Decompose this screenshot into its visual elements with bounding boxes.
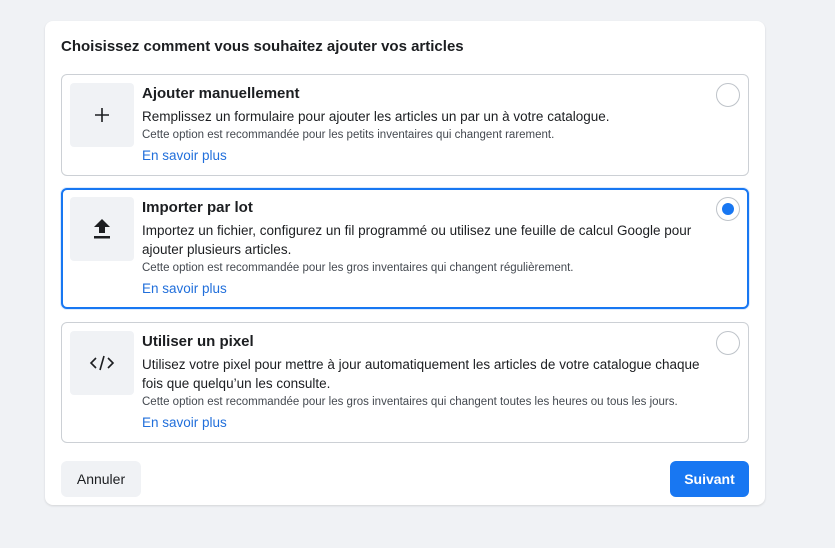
- learn-more-link[interactable]: En savoir plus: [142, 414, 227, 432]
- cancel-button[interactable]: Annuler: [61, 461, 141, 497]
- option-bulk-import[interactable]: Importer par lot Importez un fichier, co…: [61, 188, 749, 309]
- radio-manual[interactable]: [716, 83, 740, 107]
- learn-more-link[interactable]: En savoir plus: [142, 147, 227, 165]
- option-note: Cette option est recommandée pour les pe…: [142, 129, 555, 141]
- radio-bulk-import[interactable]: [716, 197, 740, 221]
- option-description: Utilisez votre pixel pour mettre à jour …: [142, 357, 700, 391]
- option-manual[interactable]: Ajouter manuellement Remplissez un formu…: [61, 74, 749, 176]
- option-bulk-import-text: Importer par lot Importez un fichier, co…: [142, 199, 722, 298]
- option-pixel[interactable]: Utiliser un pixel Utilisez votre pixel p…: [61, 322, 749, 443]
- option-title: Utiliser un pixel: [142, 333, 254, 350]
- upload-icon: [70, 197, 134, 261]
- radio-selected-dot: [722, 203, 734, 215]
- add-items-dialog: Choisissez comment vous souhaitez ajoute…: [45, 21, 765, 505]
- learn-more-link[interactable]: En savoir plus: [142, 280, 227, 298]
- next-button[interactable]: Suivant: [670, 461, 749, 497]
- option-title: Ajouter manuellement: [142, 85, 300, 102]
- option-description: Remplissez un formulaire pour ajouter le…: [142, 109, 610, 124]
- option-description: Importez un fichier, configurez un fil p…: [142, 223, 692, 257]
- option-note: Cette option est recommandée pour les gr…: [142, 262, 574, 274]
- option-manual-text: Ajouter manuellement Remplissez un formu…: [142, 85, 722, 165]
- code-icon: [70, 331, 134, 395]
- option-title: Importer par lot: [142, 199, 253, 216]
- option-pixel-text: Utiliser un pixel Utilisez votre pixel p…: [142, 333, 722, 432]
- radio-pixel[interactable]: [716, 331, 740, 355]
- plus-icon: [70, 83, 134, 147]
- dialog-title: Choisissez comment vous souhaitez ajoute…: [61, 38, 464, 55]
- option-note: Cette option est recommandée pour les gr…: [142, 396, 678, 408]
